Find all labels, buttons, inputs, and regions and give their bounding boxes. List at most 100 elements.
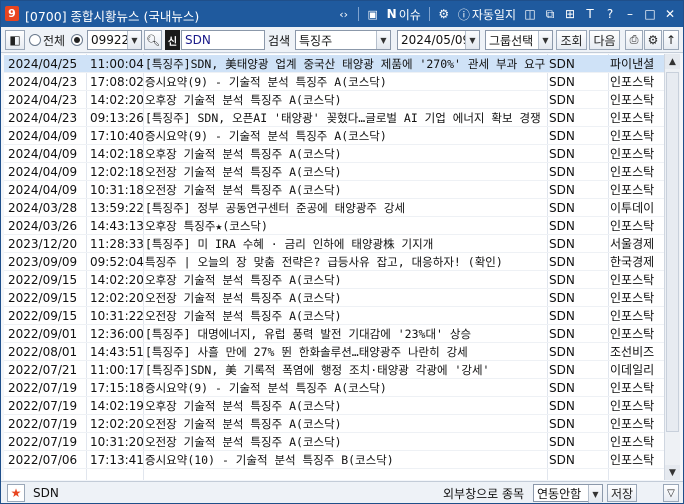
n-issue-icon: N [386, 7, 397, 21]
search-icon[interactable]: 🔍︎ [144, 30, 162, 50]
news-source: 인포스탁 [610, 417, 655, 431]
vertical-scrollbar[interactable]: ▲ ▼ [664, 54, 680, 480]
save-button[interactable]: 저장 [607, 484, 637, 502]
news-row[interactable]: 2022/09/01 12:36:00 [특징주] 대명에너지, 유럽 풍력 발전 … [4, 325, 664, 343]
issue-button[interactable]: N 이슈 [384, 4, 424, 24]
news-row[interactable]: 2024/04/23 17:08:02 증시요약(9) - 기술적 분석 특징주 A… [4, 73, 664, 91]
gear-link-icon[interactable]: ⚙ [435, 4, 453, 24]
filter-icon[interactable]: ▽ [663, 484, 679, 502]
news-stock: SDN [549, 93, 575, 107]
news-source: 파이낸셜 [610, 57, 655, 71]
print-icon[interactable]: ⎙ [625, 30, 643, 50]
query-button[interactable]: 조회 [556, 30, 587, 50]
news-source: 이데일리 [610, 363, 655, 377]
panel-toggle-icon[interactable]: ◧ [5, 30, 25, 50]
favorite-star-icon[interactable]: ★ [7, 484, 25, 502]
news-row[interactable]: 2024/03/28 13:59:22 [특징주] 정부 공동연구센터 준공에 태양… [4, 199, 664, 217]
copy-window-icon[interactable]: ⧉ [541, 4, 559, 24]
scroll-up-arrow-icon[interactable]: ▲ [665, 54, 680, 69]
auto-log-button[interactable]: ⓘ 자동일지 [455, 4, 519, 24]
news-row[interactable]: 2022/07/19 14:02:19 오후장 기술적 분석 특징주 A(코스닥) S… [4, 397, 664, 415]
gear-icon[interactable]: ⚙ [644, 30, 662, 50]
chevron-down-icon[interactable]: ▼ [588, 485, 602, 503]
news-source: 서울경제 [610, 237, 655, 251]
divider [357, 7, 359, 21]
status-bar: ★ SDN 외부창으로 종목 연동안함 ▼ 저장 ▽ [1, 481, 683, 503]
news-source: 인포스탁 [610, 111, 655, 125]
news-title: [특징주]SDN, 美태양광 업계 중국산 태양광 제품에 '270%' 관세 … [145, 57, 546, 71]
minimize-button[interactable]: – [621, 4, 639, 24]
next-button[interactable]: 다음 [589, 30, 620, 50]
news-stock: SDN [549, 435, 575, 449]
news-row[interactable]: 2024/04/09 17:10:40 증시요약(9) - 기술적 분석 특징주 A… [4, 127, 664, 145]
news-source: 인포스탁 [610, 309, 655, 323]
info-circle-icon: ⓘ [457, 7, 470, 22]
stock-code-input[interactable]: 099220 ▼ [87, 30, 142, 50]
radio-code[interactable] [71, 30, 85, 50]
news-row[interactable]: 2024/03/26 14:43:13 오후장 특징주★(코스닥) SDN 인포스탁 [4, 217, 664, 235]
news-stock: SDN [549, 399, 575, 413]
news-row[interactable]: 2024/04/09 14:02:18 오후장 기술적 분석 특징주 A(코스닥) S… [4, 145, 664, 163]
scroll-down-arrow-icon[interactable]: ▼ [665, 465, 680, 480]
help-button[interactable]: ? [601, 4, 619, 24]
news-row[interactable]: 2022/09/15 14:02:20 오후장 기술적 분석 특징주 A(코스닥) S… [4, 271, 664, 289]
news-source: 이투데이 [610, 201, 655, 215]
news-source: 인포스탁 [610, 219, 655, 233]
news-row[interactable]: 2022/09/15 10:31:22 오전장 기술적 분석 특징주 A(코스닥) S… [4, 307, 664, 325]
news-time: 11:00:17 [90, 363, 144, 377]
news-time: 14:02:18 [90, 147, 144, 161]
arrows-icon[interactable]: ‹› [335, 4, 353, 24]
group-select[interactable]: 그룹선택 ▼ [485, 30, 553, 50]
news-date: 2024/04/09 [8, 183, 78, 197]
chevron-down-icon[interactable]: ▼ [127, 31, 141, 49]
news-title: 증시요약(10) - 기술적 분석 특징주 B(코스닥) [145, 453, 394, 467]
news-date: 2024/04/23 [8, 93, 78, 107]
news-title: 오전장 기술적 분석 특징주 A(코스닥) [145, 183, 342, 197]
news-source: 인포스탁 [610, 93, 655, 107]
news-date: 2024/04/09 [8, 129, 78, 143]
news-source: 인포스탁 [610, 165, 655, 179]
news-row[interactable]: 2022/07/19 17:15:18 증시요약(9) - 기술적 분석 특징주 A… [4, 379, 664, 397]
news-row[interactable]: 2022/09/15 12:02:20 오전장 기술적 분석 특징주 A(코스닥) S… [4, 289, 664, 307]
news-row[interactable]: 2024/04/25 11:00:04 [특징주]SDN, 美태양광 업계 중국산 … [4, 55, 664, 73]
news-stock: SDN [549, 291, 575, 305]
news-row[interactable]: 2023/12/20 11:28:33 [특징주] 미 IRA 수혜 · 금리 인하… [4, 235, 664, 253]
news-row[interactable]: 2022/07/19 10:31:20 오전장 기술적 분석 특징주 A(코스닥) S… [4, 433, 664, 451]
news-time: 17:10:40 [90, 129, 144, 143]
calendar-dropdown-icon[interactable]: ▼ [465, 31, 479, 49]
news-title: 오전장 기술적 분석 특징주 A(코스닥) [145, 165, 342, 179]
screen-icon[interactable]: ▣ [364, 4, 382, 24]
chevron-down-icon[interactable]: ▼ [376, 31, 390, 49]
news-time: 10:31:22 [90, 309, 144, 323]
search-keyword-input[interactable]: 특징주 ▼ [295, 30, 391, 50]
news-title: 증시요약(9) - 기술적 분석 특징주 A(코스닥) [145, 75, 387, 89]
news-title: [특징주] 미 IRA 수혜 · 금리 인하에 태양광株 기지개 [145, 237, 434, 251]
font-size-button[interactable]: T [581, 4, 599, 24]
arrow-up-icon[interactable]: ↑ [663, 30, 679, 50]
news-row[interactable]: 2024/04/09 10:31:18 오전장 기술적 분석 특징주 A(코스닥) S… [4, 181, 664, 199]
chevron-down-icon[interactable]: ▼ [538, 31, 552, 49]
news-row[interactable]: 2022/07/06 17:13:41 증시요약(10) - 기술적 분석 특징주 … [4, 451, 664, 469]
news-time: 17:13:41 [90, 453, 144, 467]
date-input[interactable]: 2024/05/09 ▼ [397, 30, 480, 50]
close-button[interactable]: ✕ [661, 4, 679, 24]
news-date: 2024/04/23 [8, 75, 78, 89]
news-row[interactable]: 2024/04/23 09:13:26 [특징주] SDN, 오픈AI '태양광' … [4, 109, 664, 127]
window-layout-icon[interactable]: ◫ [521, 4, 539, 24]
news-row[interactable]: 2024/04/09 12:02:18 오전장 기술적 분석 특징주 A(코스닥) S… [4, 163, 664, 181]
news-stock: SDN [549, 57, 575, 71]
news-row[interactable]: 2024/04/23 14:02:20 오후장 기술적 분석 특징주 A(코스닥) S… [4, 91, 664, 109]
news-stock: SDN [549, 309, 575, 323]
title-bar: 9 [0700] 종합시황뉴스 (국내뉴스) ‹› ▣ N 이슈 ⚙ ⓘ 자동일… [1, 1, 683, 27]
radio-all[interactable]: 전체 [29, 30, 65, 50]
news-row[interactable]: 2022/07/21 11:00:17 [특징주]SDN, 美 기록적 폭염에 행정… [4, 361, 664, 379]
link-select-value: 연동안함 [537, 486, 582, 501]
link-select[interactable]: 연동안함 ▼ [533, 484, 603, 503]
scroll-thumb[interactable] [666, 72, 679, 432]
news-date: 2023/12/20 [8, 237, 78, 251]
news-row[interactable]: 2022/07/19 12:02:20 오전장 기술적 분석 특징주 A(코스닥) S… [4, 415, 664, 433]
news-row[interactable]: 2022/08/01 14:43:51 [특징주] 사흘 만에 27% 뛴 한화솔루… [4, 343, 664, 361]
maximize-button[interactable]: □ [641, 4, 659, 24]
news-row[interactable]: 2023/09/09 09:52:04 특징주 | 오늘의 장 맞춤 전략은? 급등… [4, 253, 664, 271]
lock-icon[interactable]: ⊞ [561, 4, 579, 24]
